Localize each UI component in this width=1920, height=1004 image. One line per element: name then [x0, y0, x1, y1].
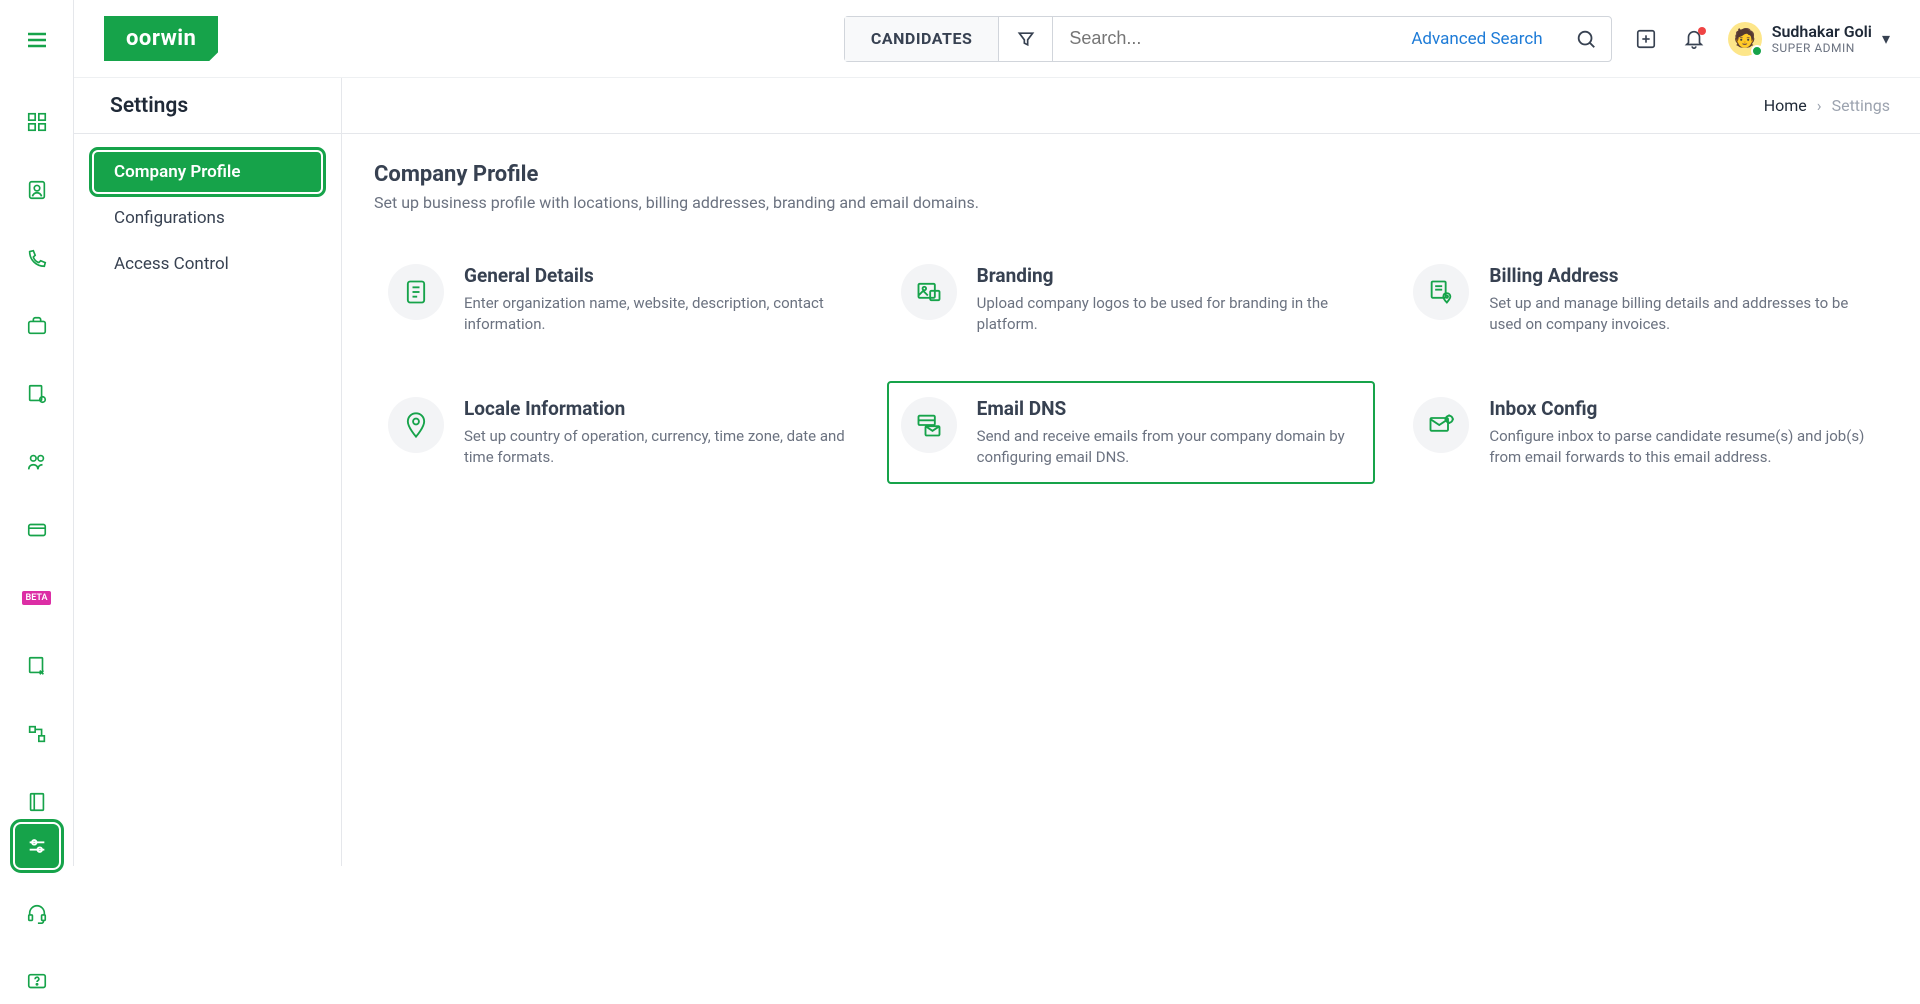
image-icon [901, 264, 957, 320]
topbar: oorwin CANDIDATES Advanced Search 🧑 [74, 0, 1920, 78]
page-body: Company Profile Set up business profile … [342, 134, 1920, 866]
tile-title: Email DNS [977, 397, 1362, 420]
pin-icon [388, 397, 444, 453]
doc-arrow-icon[interactable] [15, 644, 59, 688]
breadcrumb-current: Settings [1832, 96, 1890, 115]
subnav-access-control[interactable]: Access Control [94, 244, 321, 284]
doc-pin-icon[interactable] [15, 372, 59, 416]
search-scope-dropdown[interactable]: CANDIDATES [845, 17, 999, 61]
headset-icon[interactable] [15, 892, 59, 936]
dashboard-icon[interactable] [15, 100, 59, 144]
tile-title: Inbox Config [1489, 397, 1874, 420]
map-pin-icon [1413, 264, 1469, 320]
user-menu[interactable]: 🧑 Sudhakar Goli SUPER ADMIN ▾ [1728, 22, 1890, 56]
settings-subnav: Company Profile Configurations Access Co… [74, 134, 342, 866]
breadcrumb-home[interactable]: Home [1764, 96, 1807, 115]
advanced-search-link[interactable]: Advanced Search [1393, 29, 1560, 49]
help-icon[interactable] [15, 960, 59, 1004]
presence-dot [1751, 45, 1763, 57]
page-title: Company Profile [374, 162, 1888, 187]
breadcrumb: Home › Settings [1764, 96, 1920, 115]
workflow-icon[interactable] [15, 712, 59, 756]
filter-icon[interactable] [999, 17, 1053, 61]
notification-dot [1698, 27, 1706, 35]
tile-general-details[interactable]: General Details Enter organization name,… [374, 248, 863, 351]
tiles-grid: General Details Enter organization name,… [374, 248, 1888, 484]
content-area: Company Profile Configurations Access Co… [74, 134, 1920, 866]
user-name: Sudhakar Goli [1772, 22, 1872, 41]
tile-email-dns[interactable]: Email DNS Send and receive emails from y… [887, 381, 1376, 484]
book-icon[interactable] [15, 780, 59, 824]
settings-header: Settings Home › Settings [74, 78, 1920, 134]
mail-server-icon [901, 397, 957, 453]
tile-desc: Set up and manage billing details and ad… [1489, 293, 1874, 335]
subnav-company-profile[interactable]: Company Profile [94, 152, 321, 192]
tile-desc: Upload company logos to be used for bran… [977, 293, 1362, 335]
tile-branding[interactable]: Branding Upload company logos to be used… [887, 248, 1376, 351]
notifications-bell-icon[interactable] [1680, 25, 1708, 53]
chevron-down-icon: ▾ [1882, 29, 1890, 48]
search-bar: CANDIDATES Advanced Search [844, 16, 1612, 62]
topbar-actions: 🧑 Sudhakar Goli SUPER ADMIN ▾ [1632, 22, 1890, 56]
settings-title: Settings [74, 78, 342, 133]
tile-desc: Send and receive emails from your compan… [977, 426, 1362, 468]
beta-badge[interactable]: BETA [15, 576, 59, 620]
tile-locale-information[interactable]: Locale Information Set up country of ope… [374, 381, 863, 484]
document-icon [388, 264, 444, 320]
tile-desc: Configure inbox to parse candidate resum… [1489, 426, 1874, 468]
tile-title: Billing Address [1489, 264, 1874, 287]
tile-desc: Enter organization name, website, descri… [464, 293, 849, 335]
tile-title: Branding [977, 264, 1362, 287]
mail-gear-icon [1413, 397, 1469, 453]
avatar: 🧑 [1728, 22, 1762, 56]
candidate-icon[interactable] [15, 168, 59, 212]
chevron-right-icon: › [1817, 96, 1822, 115]
hamburger-icon[interactable] [25, 28, 49, 52]
app-logo[interactable]: oorwin [104, 16, 218, 61]
page-subtitle: Set up business profile with locations, … [374, 193, 1888, 212]
calls-icon[interactable] [15, 236, 59, 280]
user-role: SUPER ADMIN [1772, 41, 1872, 55]
left-rail: BETA [0, 0, 74, 866]
people-icon[interactable] [15, 440, 59, 484]
tile-desc: Set up country of operation, currency, t… [464, 426, 849, 468]
add-icon[interactable] [1632, 25, 1660, 53]
subnav-configurations[interactable]: Configurations [94, 198, 321, 238]
tile-title: General Details [464, 264, 849, 287]
search-input[interactable] [1053, 17, 1393, 61]
tile-inbox-config[interactable]: Inbox Config Configure inbox to parse ca… [1399, 381, 1888, 484]
search-icon[interactable] [1561, 17, 1611, 61]
tile-title: Locale Information [464, 397, 849, 420]
tile-billing-address[interactable]: Billing Address Set up and manage billin… [1399, 248, 1888, 351]
briefcase-icon[interactable] [15, 304, 59, 348]
card-icon[interactable] [15, 508, 59, 552]
settings-icon[interactable] [15, 824, 59, 868]
main-area: oorwin CANDIDATES Advanced Search 🧑 [74, 0, 1920, 866]
